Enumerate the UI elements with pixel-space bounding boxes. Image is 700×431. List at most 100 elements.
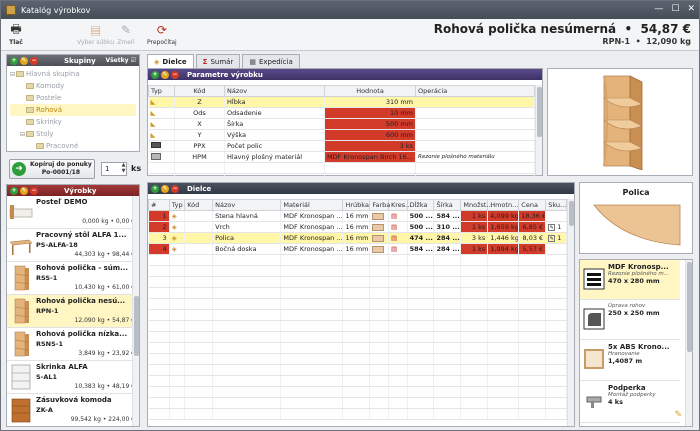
edit-button[interactable]: ✎ Zmeň bbox=[117, 22, 135, 46]
part-length: 500 ... bbox=[407, 210, 435, 222]
all-checkbox[interactable]: Všetky ☑ bbox=[105, 57, 136, 64]
product-item[interactable]: Skrinka ALFA S-AL1 10,383 kg • 48,19 € bbox=[7, 361, 138, 394]
parts-col[interactable]: Kres... bbox=[387, 199, 411, 211]
param-row[interactable]: ◣ X Šírka 500 mm bbox=[148, 118, 535, 130]
product-item[interactable]: Zásuvková komoda ZK-A 99,542 kg • 224,00 € bbox=[7, 394, 138, 426]
part-row[interactable]: 3 ◈ Polica MDF Kronospan ... 16 mm ▤ 474 ... 28… bbox=[148, 232, 567, 244]
product-item[interactable]: Rohová polička - súm... RSS-1 10,430 kg • … bbox=[7, 262, 138, 295]
operation-value: 250 x 250 mm bbox=[608, 309, 660, 317]
part-number: 1 bbox=[148, 210, 170, 222]
part-row[interactable]: 4 ◈ Bočná doska MDF Kronospan ... 16 mm ▤ 584 … bbox=[148, 243, 567, 255]
minimize-icon[interactable]: — bbox=[654, 4, 663, 14]
parts-col[interactable]: Dĺžka bbox=[406, 199, 435, 211]
operations-scrollbar[interactable] bbox=[685, 260, 692, 426]
col-nazov[interactable]: Názov bbox=[224, 85, 325, 97]
pencil-icon[interactable]: ✎ bbox=[548, 224, 556, 231]
operation-item[interactable]: MDF Kronosp... Rezonie plošného m... 470 x… bbox=[580, 260, 680, 300]
product-item[interactable]: Rohová polička nesú... RPN-1 12,090 kg • 5… bbox=[7, 295, 138, 328]
operation-item[interactable]: Podperka Montáž podperky 4 ks bbox=[580, 381, 680, 423]
operation-value: 4 ks bbox=[608, 398, 623, 406]
col-hodnota[interactable]: Hodnota bbox=[324, 85, 416, 97]
operation-item[interactable]: Úprava rohov 250 x 250 mm bbox=[580, 300, 680, 340]
tree-item-label: Komody bbox=[36, 82, 65, 90]
drawing-icon[interactable]: ▤ bbox=[391, 245, 397, 253]
product-item[interactable]: Rohová polička nízka... RSNS-1 3,849 kg • … bbox=[7, 328, 138, 361]
col-kod[interactable]: Kód bbox=[174, 85, 225, 97]
quantity-spinner[interactable]: ▲ ▼ bbox=[120, 162, 127, 176]
part-qty: 1 ks bbox=[460, 221, 489, 233]
part-row[interactable]: 1 ◈ Stena hlavná MDF Kronospan ... 16 mm ▤ 500… bbox=[148, 210, 567, 222]
param-row[interactable]: HPM Hlavný plošný materiál MDF Kronospan B… bbox=[148, 151, 535, 163]
print-button[interactable]: 🖶 Tlač bbox=[7, 22, 25, 47]
recalc-button[interactable]: ⟳ Prepočítaj bbox=[147, 22, 177, 46]
part-name: Stena hlavná bbox=[212, 210, 282, 222]
edge-icon bbox=[584, 349, 604, 369]
tab-sumar[interactable]: Σ Sumár bbox=[195, 54, 241, 68]
delete-icon[interactable]: − bbox=[171, 184, 179, 193]
part-width: 284 ... bbox=[433, 232, 462, 244]
add-icon[interactable]: + bbox=[10, 56, 18, 65]
folder-icon bbox=[26, 83, 34, 89]
part-row[interactable]: 2 ◈ Vrch MDF Kronospan ... 16 mm ▤ 500 ... 310 … bbox=[148, 221, 567, 233]
drawing-icon[interactable]: ▤ bbox=[391, 212, 397, 220]
parts-scrollbar[interactable] bbox=[567, 199, 574, 426]
tree-item-1[interactable]: Komody bbox=[10, 80, 136, 92]
close-icon[interactable]: ✕ bbox=[687, 4, 695, 14]
param-row[interactable]: ◣ Z Hĺbka 310 mm bbox=[148, 96, 535, 108]
add-icon[interactable]: + bbox=[151, 70, 159, 79]
parts-col[interactable]: Sku... bbox=[545, 199, 567, 211]
operation-item[interactable]: 5x ABS Krono... Hranovanie 1,4087 m bbox=[580, 340, 680, 381]
parts-col[interactable]: Farba bbox=[369, 199, 390, 211]
delete-icon[interactable]: − bbox=[171, 70, 179, 79]
maximize-icon[interactable]: ☐ bbox=[671, 4, 679, 14]
edit-icon[interactable]: ✎ bbox=[161, 70, 169, 79]
drawing-icon[interactable]: ▤ bbox=[391, 223, 397, 231]
delete-icon[interactable]: − bbox=[30, 56, 38, 65]
wrench-icon[interactable]: ✎ bbox=[674, 410, 682, 420]
delete-icon[interactable]: − bbox=[30, 186, 38, 195]
parts-col[interactable]: Hmotn... bbox=[487, 199, 520, 211]
col-typ[interactable]: Typ bbox=[148, 85, 175, 97]
tree-item-4[interactable]: Skrinky bbox=[10, 116, 136, 128]
tree-item-2[interactable]: Postele bbox=[10, 92, 136, 104]
tree-item-0[interactable]: ⊟ Hlavná skupina bbox=[10, 68, 136, 80]
parts-col[interactable]: Šírka bbox=[433, 199, 462, 211]
param-row[interactable]: ◣ Ods Odsadenie 10 mm bbox=[148, 107, 535, 119]
part-material: MDF Kronospan ... bbox=[280, 243, 344, 255]
choose-button[interactable]: ▤ Výber súbku bbox=[77, 22, 114, 46]
parts-col[interactable]: Kód bbox=[184, 199, 214, 211]
param-row[interactable]: PPX Počet polic 3 ks bbox=[148, 140, 535, 152]
parts-col[interactable]: # bbox=[148, 199, 170, 211]
copy-to-offer-button[interactable]: ➜ Kopíruj do ponuky Po-0001/18 bbox=[9, 159, 95, 179]
edit-icon[interactable]: ✎ bbox=[20, 56, 28, 65]
tree-item-label: Pracovné bbox=[46, 142, 79, 150]
add-icon[interactable]: + bbox=[151, 184, 159, 193]
parts-col[interactable]: Množst... bbox=[460, 199, 493, 211]
add-icon[interactable]: + bbox=[10, 186, 18, 195]
edit-icon[interactable]: ✎ bbox=[20, 186, 28, 195]
params-panel: + ✎ − Parametre výrobku Typ Kód Názov Ho… bbox=[147, 68, 543, 185]
param-row[interactable]: ◣ Y Výška 600 mm bbox=[148, 129, 535, 141]
tree-item-3[interactable]: Rohová bbox=[10, 104, 136, 116]
tree-item-6[interactable]: Pracovné bbox=[10, 140, 136, 152]
pencil-icon[interactable]: ✎ bbox=[548, 235, 556, 242]
tab-expedicia[interactable]: ▦ Expedícia bbox=[242, 54, 300, 68]
tree-item-5[interactable]: ⊟ Stoly bbox=[10, 128, 136, 140]
product-item[interactable]: Posteľ DEMO 0,000 kg • 0,00 € bbox=[7, 196, 138, 229]
products-scrollbar[interactable] bbox=[132, 196, 139, 426]
tab-dielce[interactable]: ◈ Dielce bbox=[147, 54, 194, 69]
part-thickness: 16 mm bbox=[342, 210, 371, 222]
edit-icon[interactable]: ✎ bbox=[161, 184, 169, 193]
params-scrollbar[interactable] bbox=[535, 85, 542, 175]
product-item[interactable]: Pracovný stôl ALFA 1... PS-ALFA-18 44,303 … bbox=[7, 229, 138, 262]
parts-col[interactable]: Typ bbox=[168, 199, 186, 211]
parts-col[interactable]: Materiál bbox=[280, 199, 344, 211]
param-value: 600 mm bbox=[324, 129, 416, 141]
window-title: Katalóg výrobkov bbox=[21, 5, 91, 15]
parts-col[interactable]: Hrúbka bbox=[342, 199, 371, 211]
parts-col[interactable]: Názov bbox=[212, 199, 282, 211]
param-value: 500 mm bbox=[324, 118, 416, 130]
drawing-icon[interactable]: ▤ bbox=[391, 234, 397, 242]
col-operacia[interactable]: Operácia bbox=[415, 85, 535, 97]
parts-col[interactable]: Cena bbox=[518, 199, 547, 211]
